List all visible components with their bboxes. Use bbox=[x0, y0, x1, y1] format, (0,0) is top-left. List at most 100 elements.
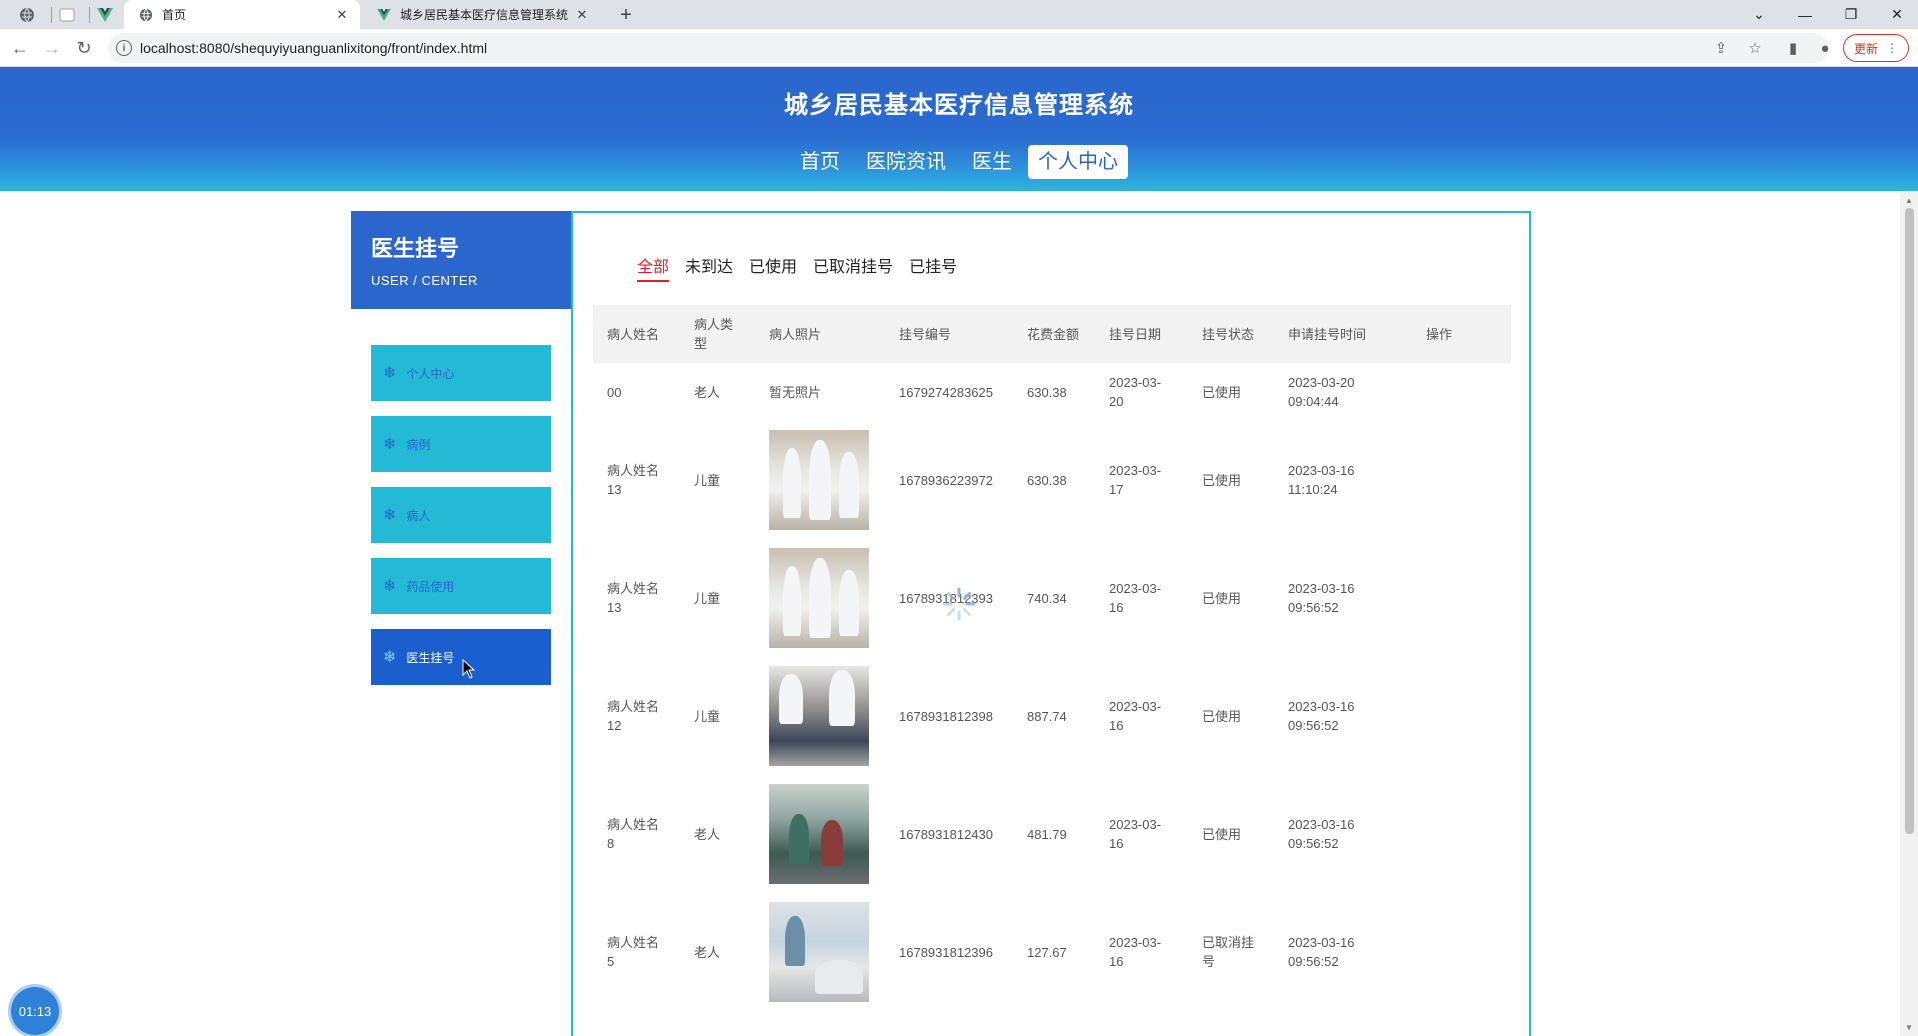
scroll-down-icon[interactable]: ▼ bbox=[1900, 1020, 1918, 1034]
nav-doctor[interactable]: 医生 bbox=[962, 145, 1022, 179]
scrollbar-thumb[interactable] bbox=[1905, 208, 1914, 834]
back-icon[interactable]: ← bbox=[6, 34, 34, 62]
filter-used[interactable]: 已使用 bbox=[749, 253, 797, 282]
vue-icon bbox=[97, 8, 113, 22]
cell-date: 2023-03-16 bbox=[1109, 581, 1162, 615]
sidebar-item-label: 医生挂号 bbox=[406, 650, 455, 665]
globe-icon bbox=[20, 7, 34, 23]
cell-fee: 740.34 bbox=[1027, 590, 1067, 606]
cell-name: 00 bbox=[607, 384, 622, 400]
cell-name: 病人姓名12 bbox=[607, 699, 660, 733]
sidebar-item-medicine[interactable]: ❄ 药品使用 bbox=[371, 558, 551, 614]
close-icon[interactable]: ✕ bbox=[574, 7, 590, 23]
cell-number: 1679274283625 bbox=[899, 384, 993, 400]
registration-table: 病人姓名 病人类型 病人照片 挂号编号 花费金额 挂号日期 挂号状态 申请挂号时… bbox=[593, 305, 1511, 1011]
filter-cancelled[interactable]: 已取消挂号 bbox=[813, 253, 893, 282]
timer-badge[interactable]: 01:13 bbox=[11, 987, 59, 1035]
cell-apply-time: 2023-03-16 09:56:52 bbox=[1288, 699, 1355, 733]
address-bar[interactable]: i localhost:8080/shequyiyuanguanlixitong… bbox=[108, 33, 1828, 63]
nav-home[interactable]: 首页 bbox=[790, 145, 850, 179]
registration-panel: 全部 未到达 已使用 已取消挂号 已挂号 病人姓名 病人类型 病人照片 挂号编号… bbox=[571, 211, 1531, 1036]
cell-photo bbox=[755, 902, 885, 1002]
header-status: 挂号状态 bbox=[1202, 326, 1255, 342]
profile-icon[interactable]: ● bbox=[1815, 38, 1835, 58]
restore-icon[interactable]: ❐ bbox=[1828, 0, 1874, 29]
filter-registered[interactable]: 已挂号 bbox=[909, 253, 957, 282]
vue-icon bbox=[376, 7, 392, 23]
cell-type: 儿童 bbox=[694, 590, 721, 606]
tab-favicon-globe[interactable] bbox=[14, 3, 40, 27]
info-icon[interactable]: i bbox=[116, 40, 132, 56]
cell-apply-time: 2023-03-20 09:04:44 bbox=[1288, 375, 1355, 409]
cell-fee: 887.74 bbox=[1027, 708, 1067, 724]
patient-photo[interactable] bbox=[769, 548, 869, 648]
nav-personal-center[interactable]: 个人中心 bbox=[1028, 145, 1128, 179]
header-apply-time: 申请挂号时间 bbox=[1288, 326, 1367, 342]
mouse-cursor-icon bbox=[462, 659, 476, 679]
update-label: 更新 bbox=[1853, 41, 1878, 56]
cell-date: 2023-03-16 bbox=[1109, 699, 1162, 733]
filter-all[interactable]: 全部 bbox=[637, 253, 670, 282]
sidebar-title: 医生挂号 bbox=[371, 236, 460, 261]
cell-type: 儿童 bbox=[694, 472, 721, 488]
new-tab-button[interactable]: + bbox=[614, 3, 638, 27]
cell-fee: 127.67 bbox=[1027, 944, 1067, 960]
reload-icon[interactable]: ↻ bbox=[70, 34, 98, 62]
cell-status: 已取消挂号 bbox=[1202, 935, 1255, 969]
tab-home[interactable]: 首页 ✕ bbox=[124, 0, 360, 29]
sidebar-item-patients[interactable]: ❄ 病人 bbox=[371, 487, 551, 543]
cell-status: 已使用 bbox=[1202, 826, 1242, 842]
table-header: 病人姓名 病人类型 病人照片 挂号编号 花费金额 挂号日期 挂号状态 申请挂号时… bbox=[593, 305, 1511, 363]
sidebar-subtitle: USER / CENTER bbox=[371, 273, 478, 288]
star-icon[interactable]: ☆ bbox=[1745, 38, 1765, 58]
cell-status: 已使用 bbox=[1202, 472, 1242, 488]
cell-number: 1678931812430 bbox=[899, 826, 993, 842]
cell-number: 1678936223972 bbox=[899, 472, 993, 488]
close-icon[interactable]: ✕ bbox=[334, 7, 350, 23]
sidebar-item-registration[interactable]: ❄ 医生挂号 bbox=[371, 629, 551, 685]
cell-apply-time: 2023-03-16 11:10:24 bbox=[1288, 463, 1355, 497]
snowflake-icon: ❄ bbox=[383, 578, 397, 595]
snowflake-icon: ❄ bbox=[383, 649, 397, 666]
sidebar-item-personal-center[interactable]: ❄ 个人中心 bbox=[371, 345, 551, 401]
cell-photo bbox=[755, 666, 885, 766]
header-actions: 操作 bbox=[1426, 326, 1453, 342]
window-close-icon[interactable]: ✕ bbox=[1874, 0, 1918, 29]
patient-photo[interactable] bbox=[769, 784, 869, 884]
snowflake-icon: ❄ bbox=[383, 507, 397, 524]
tab-title: 城乡居民基本医疗信息管理系统 bbox=[400, 8, 569, 22]
page-icon bbox=[59, 8, 75, 22]
forward-icon[interactable]: → bbox=[38, 34, 66, 62]
share-icon[interactable]: ⇪ bbox=[1711, 38, 1731, 58]
sidebar-item-cases[interactable]: ❄ 病例 bbox=[371, 416, 551, 472]
tab-favicon-vue[interactable] bbox=[92, 3, 118, 27]
tab-system[interactable]: 城乡居民基本医疗信息管理系统 ✕ bbox=[362, 0, 600, 29]
update-button[interactable]: 更新 ⋮ bbox=[1843, 34, 1909, 62]
tab-search-icon[interactable]: ⌄ bbox=[1736, 0, 1782, 29]
scroll-up-icon[interactable]: ▲ bbox=[1900, 193, 1918, 207]
site-header: 城乡居民基本医疗信息管理系统 首页 医院资讯 医生 个人中心 bbox=[0, 67, 1918, 191]
table-row: 病人姓名13 儿童 1678936223972 630.38 2023-03-1… bbox=[593, 421, 1511, 539]
cell-number: 1678931812396 bbox=[899, 944, 993, 960]
patient-photo[interactable] bbox=[769, 902, 869, 1002]
snowflake-icon: ❄ bbox=[383, 365, 397, 382]
patient-photo[interactable] bbox=[769, 666, 869, 766]
page-scrollbar[interactable]: ▲ ▼ bbox=[1900, 191, 1918, 1036]
globe-icon bbox=[138, 7, 154, 23]
tab-favicon-blank[interactable] bbox=[54, 3, 80, 27]
side-panel-icon[interactable]: ▮ bbox=[1783, 38, 1803, 58]
header-photo: 病人照片 bbox=[769, 326, 822, 342]
sidebar-item-label: 药品使用 bbox=[406, 579, 455, 594]
tab-title: 首页 bbox=[162, 8, 187, 22]
snowflake-icon: ❄ bbox=[383, 436, 397, 453]
url-text: localhost:8080/shequyiyuanguanlixitong/f… bbox=[140, 40, 488, 56]
sidebar-header: 医生挂号 USER / CENTER bbox=[351, 211, 571, 309]
minimize-icon[interactable]: — bbox=[1782, 0, 1828, 29]
patient-photo[interactable] bbox=[769, 430, 869, 530]
cell-apply-time: 2023-03-16 09:56:52 bbox=[1288, 581, 1355, 615]
spinner-icon bbox=[942, 587, 976, 621]
cell-status: 已使用 bbox=[1202, 384, 1242, 400]
cell-status: 已使用 bbox=[1202, 590, 1242, 606]
nav-news[interactable]: 医院资讯 bbox=[856, 145, 956, 179]
filter-not-arrived[interactable]: 未到达 bbox=[685, 253, 733, 282]
